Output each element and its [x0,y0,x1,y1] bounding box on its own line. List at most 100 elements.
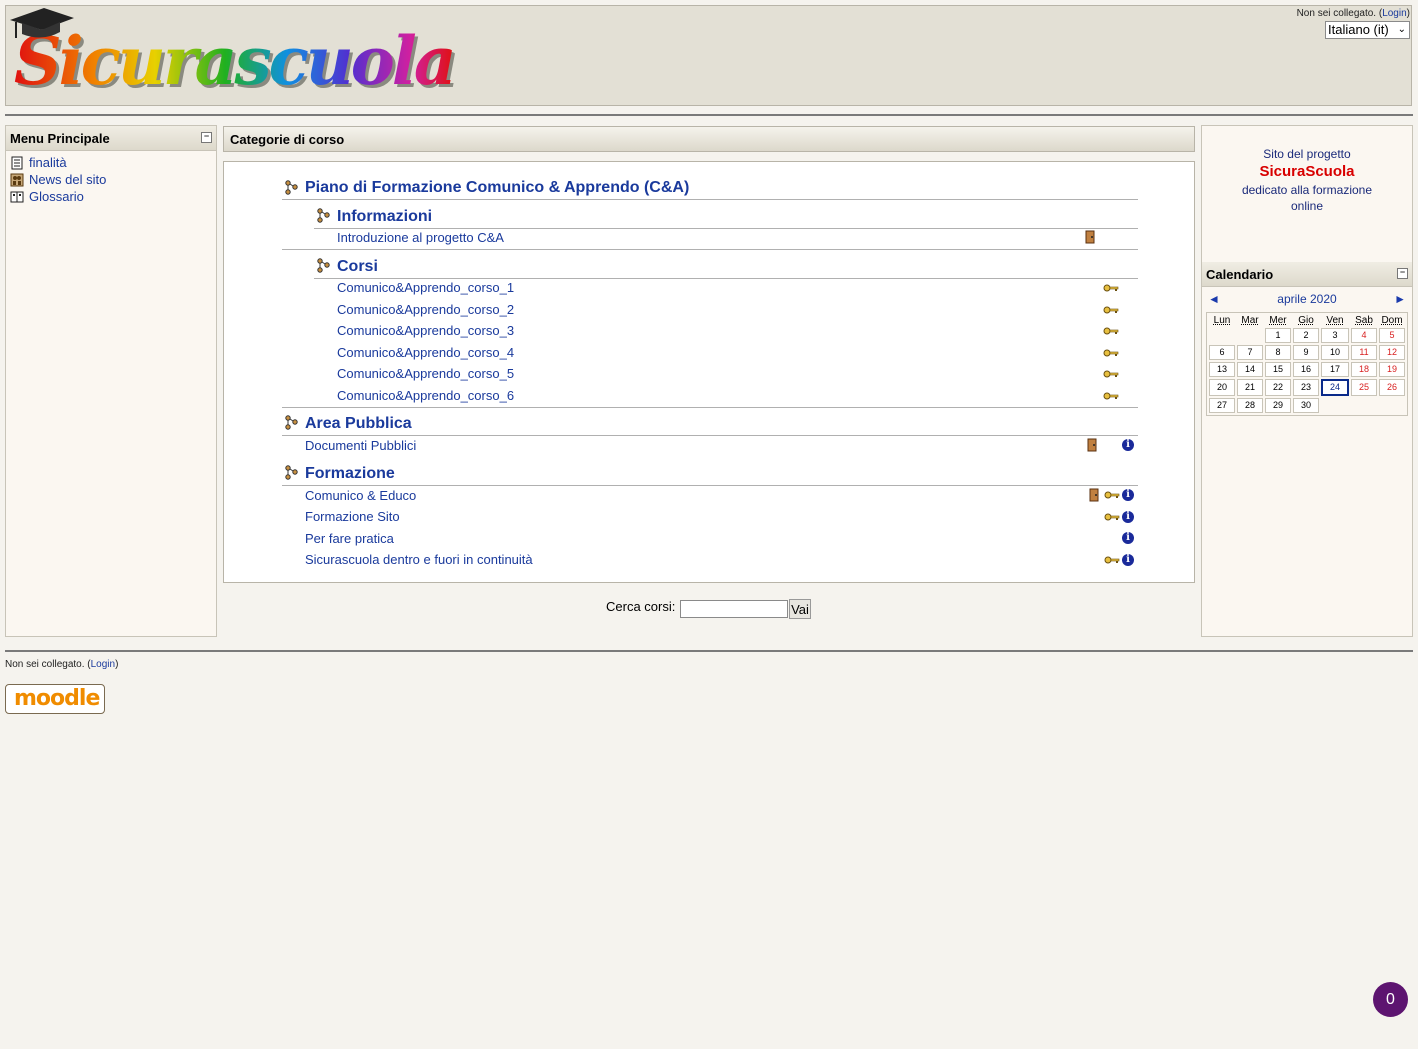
course-link[interactable]: Sicurascuola dentro e fuori in continuit… [305,552,533,567]
calendar-day[interactable]: 7 [1237,345,1263,360]
login-status-text: Non sei collegato. [1296,8,1377,19]
door-icon [1085,230,1095,244]
divider [314,278,1138,279]
info-icon[interactable]: i [1122,511,1134,523]
language-select[interactable]: Italiano (it) ⌄ [1325,21,1410,39]
course-link[interactable]: Comunico&Apprendo_corso_3 [337,323,514,338]
weekday-header: Mer [1269,315,1287,326]
calendar-block: Calendario − ◄ aprile 2020 ► Lun Mar Mer Gi… [1202,262,1412,416]
course-link[interactable]: Formazione Sito [305,509,400,524]
calendar-day[interactable]: 21 [1237,379,1263,396]
course-link[interactable]: Introduzione al progetto C&A [337,230,504,245]
info-icon[interactable]: i [1122,489,1134,501]
language-value: Italiano (it) [1328,22,1389,37]
calendar-day[interactable]: 18 [1351,362,1377,377]
calendar-day[interactable]: 25 [1351,379,1377,396]
category-icon [317,208,330,223]
calendar-nav: ◄ aprile 2020 ► [1202,287,1412,311]
search-button[interactable]: Vai [789,599,811,619]
calendar-day[interactable]: 9 [1293,345,1319,360]
divider [282,249,1138,250]
footer-login-text: Non sei collegato. [5,659,85,670]
calendar-day[interactable]: 28 [1237,398,1263,413]
categories-list: Piano di Formazione Comunico & Apprendo … [223,161,1195,583]
course-link[interactable]: Comunico & Educo [305,488,416,503]
course-link[interactable]: Documenti Pubblici [305,438,416,453]
calendar-day[interactable]: 11 [1351,345,1377,360]
calendar-empty-cell [1351,398,1377,413]
calendar-empty-cell [1321,398,1349,413]
menu-item-label[interactable]: Glossario [29,189,84,204]
weekday-header: Dom [1381,315,1403,326]
menu-item-news[interactable]: News del sito [6,171,216,188]
key-icon [1103,306,1119,314]
calendar-empty-cell [1237,328,1263,343]
calendar-day[interactable]: 8 [1265,345,1291,360]
calendar-day[interactable]: 10 [1321,345,1349,360]
category-icon [285,465,298,480]
menu-item-finalita[interactable]: finalità [6,154,216,171]
course-link[interactable]: Comunico&Apprendo_corso_5 [337,366,514,381]
category-piano-formazione[interactable]: Piano di Formazione Comunico & Apprendo … [305,179,689,197]
course-link[interactable]: Comunico&Apprendo_corso_6 [337,388,514,403]
course-link[interactable]: Per fare pratica [305,531,394,546]
next-month-icon[interactable]: ► [1394,292,1406,306]
calendar-day[interactable]: 20 [1209,379,1235,396]
calendar-day[interactable]: 30 [1293,398,1319,413]
weekday-header: Sab [1355,315,1373,326]
calendar-day[interactable]: 27 [1209,398,1235,413]
calendar-day[interactable]: 6 [1209,345,1235,360]
calendar-day[interactable]: 24 [1321,379,1349,396]
divider [282,199,1138,200]
calendar-day[interactable]: 12 [1379,345,1405,360]
calendar-empty-cell [1379,398,1405,413]
calendar-day[interactable]: 17 [1321,362,1349,377]
key-icon [1104,513,1120,521]
project-line3: online [1290,199,1324,213]
calendar-day[interactable]: 5 [1379,328,1405,343]
calendar-day[interactable]: 4 [1351,328,1377,343]
search-label: Cerca corsi: [606,599,676,614]
weekday-header: Lun [1213,315,1231,326]
category-informazioni[interactable]: Informazioni [337,208,432,226]
collapse-icon[interactable]: − [1397,268,1408,279]
category-corsi[interactable]: Corsi [337,258,378,276]
calendar-day[interactable]: 22 [1265,379,1291,396]
search-input[interactable] [680,600,788,618]
category-formazione[interactable]: Formazione [305,465,395,483]
moodle-logo[interactable]: moodle [5,684,105,714]
site-logo[interactable]: Sicurascuola Sicurascuola [6,6,460,106]
info-icon[interactable]: i [1122,532,1134,544]
calendar-header: Calendario − [1202,262,1412,287]
calendar-day[interactable]: 1 [1265,328,1291,343]
document-icon [11,156,23,170]
calendar-day[interactable]: 29 [1265,398,1291,413]
category-area-pubblica[interactable]: Area Pubblica [305,415,412,433]
course-link[interactable]: Comunico&Apprendo_corso_2 [337,302,514,317]
calendar-day[interactable]: 23 [1293,379,1319,396]
categories-header: Categorie di corso [223,126,1195,152]
calendar-month[interactable]: aprile 2020 [1202,292,1412,306]
notification-badge[interactable]: 0 [1373,982,1408,1017]
menu-item-label[interactable]: finalità [29,155,67,170]
calendar-day[interactable]: 16 [1293,362,1319,377]
footer-login-link[interactable]: Login [91,659,115,670]
calendar-day[interactable]: 2 [1293,328,1319,343]
right-column: Sito del progetto SicuraScuola dedicato … [1201,125,1413,637]
calendar-day[interactable]: 3 [1321,328,1349,343]
login-link[interactable]: Login [1382,8,1406,19]
course-link[interactable]: Comunico&Apprendo_corso_1 [337,280,514,295]
info-icon[interactable]: i [1122,554,1134,566]
key-icon [1103,284,1119,292]
calendar-day[interactable]: 19 [1379,362,1405,377]
project-line1: Sito del progetto [1263,147,1351,161]
menu-item-label[interactable]: News del sito [29,172,106,187]
collapse-icon[interactable]: − [201,132,212,143]
calendar-day[interactable]: 13 [1209,362,1235,377]
calendar-day[interactable]: 15 [1265,362,1291,377]
menu-item-glossario[interactable]: Glossario [6,188,216,205]
calendar-day[interactable]: 26 [1379,379,1405,396]
course-link[interactable]: Comunico&Apprendo_corso_4 [337,345,514,360]
calendar-day[interactable]: 14 [1237,362,1263,377]
info-icon[interactable]: i [1122,439,1134,451]
